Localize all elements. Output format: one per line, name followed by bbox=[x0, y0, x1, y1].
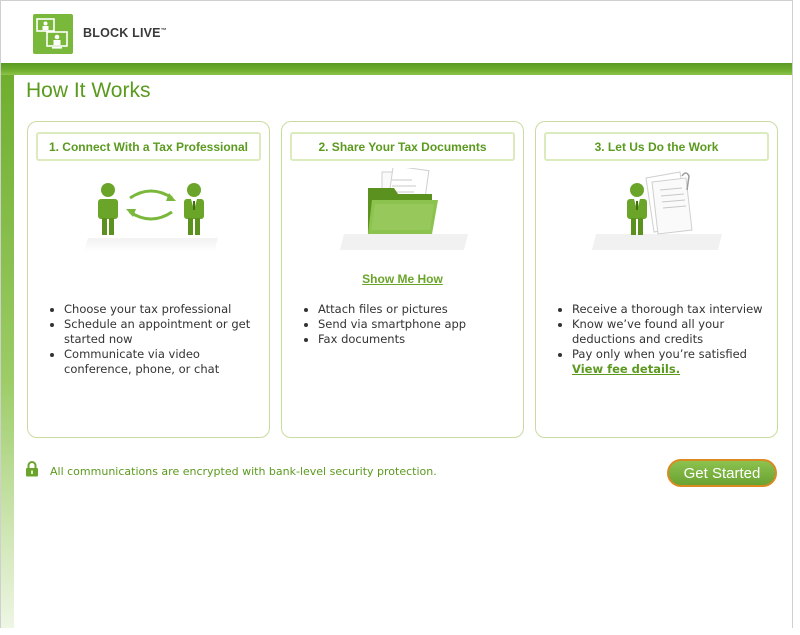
step-bullets: Receive a thorough tax interview Know we… bbox=[554, 302, 777, 362]
list-item: Communicate via video conference, phone,… bbox=[64, 347, 269, 377]
list-item: Attach files or pictures bbox=[318, 302, 523, 317]
step-bullets: Choose your tax professional Schedule an… bbox=[46, 302, 269, 377]
view-fee-details-link[interactable]: View fee details. bbox=[572, 362, 680, 376]
list-item: Choose your tax professional bbox=[64, 302, 269, 317]
step-heading: 1. Connect With a Tax Professional bbox=[36, 132, 261, 161]
page-title: How It Works bbox=[26, 79, 151, 102]
list-item: Fax documents bbox=[318, 332, 523, 347]
list-item: Know we’ve found all your deductions and… bbox=[572, 317, 777, 347]
step-card-share: 2. Share Your Tax Documents Show Me How … bbox=[281, 121, 524, 438]
security-text: All communications are encrypted with ba… bbox=[50, 464, 437, 478]
step-heading: 2. Share Your Tax Documents bbox=[290, 132, 515, 161]
window-frame: BLOCK LIVE™ How It Works 1. Connect With… bbox=[0, 0, 793, 628]
block-live-logo-icon bbox=[33, 14, 73, 54]
header-accent-bar bbox=[1, 63, 792, 75]
step-card-work: 3. Let Us Do the Work Receive a thoroug bbox=[535, 121, 778, 438]
show-me-how-link[interactable]: Show Me How bbox=[282, 272, 523, 286]
list-item: Pay only when you’re satisfied bbox=[572, 347, 777, 362]
lock-icon bbox=[25, 461, 39, 481]
step-card-connect: 1. Connect With a Tax Professional • Cho… bbox=[27, 121, 270, 438]
get-started-button[interactable]: Get Started bbox=[667, 459, 777, 487]
document-folder-icon bbox=[282, 165, 523, 258]
step-heading: 3. Let Us Do the Work bbox=[544, 132, 769, 161]
brand-name: BLOCK LIVE™ bbox=[83, 26, 167, 40]
list-item: Schedule an appointment or get started n… bbox=[64, 317, 269, 347]
people-exchange-icon bbox=[28, 168, 269, 258]
step-bullets: Attach files or pictures Send via smartp… bbox=[300, 302, 523, 347]
left-accent-rail bbox=[1, 75, 14, 628]
list-item: Send via smartphone app bbox=[318, 317, 523, 332]
person-documents-icon bbox=[536, 168, 777, 258]
security-notice: All communications are encrypted with ba… bbox=[25, 461, 437, 481]
header: BLOCK LIVE™ bbox=[1, 1, 792, 63]
list-item: Receive a thorough tax interview bbox=[572, 302, 777, 317]
